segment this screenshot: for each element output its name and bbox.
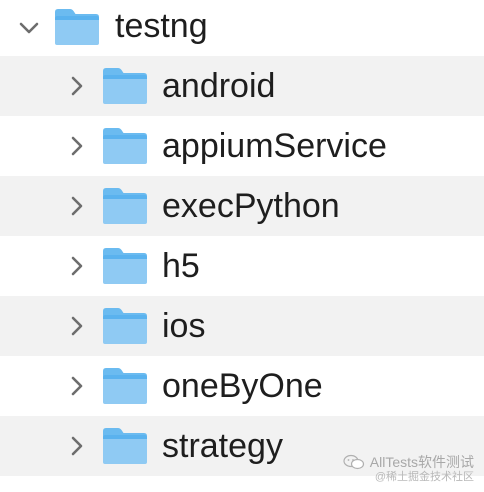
chevron-right-icon[interactable] — [66, 375, 88, 397]
tree-row-appiumservice[interactable]: appiumService — [0, 116, 484, 176]
folder-icon — [100, 425, 150, 467]
watermark-source: @稀土掘金技术社区 — [374, 471, 474, 483]
chevron-right-icon[interactable] — [66, 435, 88, 457]
watermark: AllTests软件测试 @稀土掘金技术社区 — [343, 454, 474, 484]
tree-row-h5[interactable]: h5 — [0, 236, 484, 296]
chevron-right-icon[interactable] — [66, 255, 88, 277]
watermark-account-name: AllTests软件测试 — [369, 454, 474, 470]
folder-icon — [52, 6, 102, 48]
tree-row-ios[interactable]: ios — [0, 296, 484, 356]
watermark-line1: AllTests软件测试 — [343, 454, 474, 470]
tree-row-label: testng — [115, 7, 208, 45]
tree-row-label: execPython — [162, 187, 340, 225]
folder-icon — [100, 185, 150, 227]
chevron-down-icon[interactable] — [18, 17, 40, 39]
chevron-right-icon[interactable] — [66, 315, 88, 337]
tree-row-label: oneByOne — [162, 367, 323, 405]
tree-row-onebyone[interactable]: oneByOne — [0, 356, 484, 416]
tree-row-execpython[interactable]: execPython — [0, 176, 484, 236]
folder-icon — [100, 305, 150, 347]
tree-row-testng[interactable]: testng — [0, 0, 484, 56]
tree-row-android[interactable]: android — [0, 56, 484, 116]
chevron-right-icon[interactable] — [66, 135, 88, 157]
chevron-right-icon[interactable] — [66, 195, 88, 217]
folder-icon — [100, 125, 150, 167]
folder-icon — [100, 245, 150, 287]
folder-icon — [100, 365, 150, 407]
tree-row-label: android — [162, 67, 276, 105]
file-tree: testng android appiumService execPython … — [0, 0, 484, 476]
tree-row-label: ios — [162, 307, 206, 345]
tree-row-label: h5 — [162, 247, 200, 285]
folder-icon — [100, 65, 150, 107]
wechat-logo-icon — [343, 454, 365, 470]
chevron-right-icon[interactable] — [66, 75, 88, 97]
tree-row-label: appiumService — [162, 127, 387, 165]
tree-row-label: strategy — [162, 427, 283, 465]
